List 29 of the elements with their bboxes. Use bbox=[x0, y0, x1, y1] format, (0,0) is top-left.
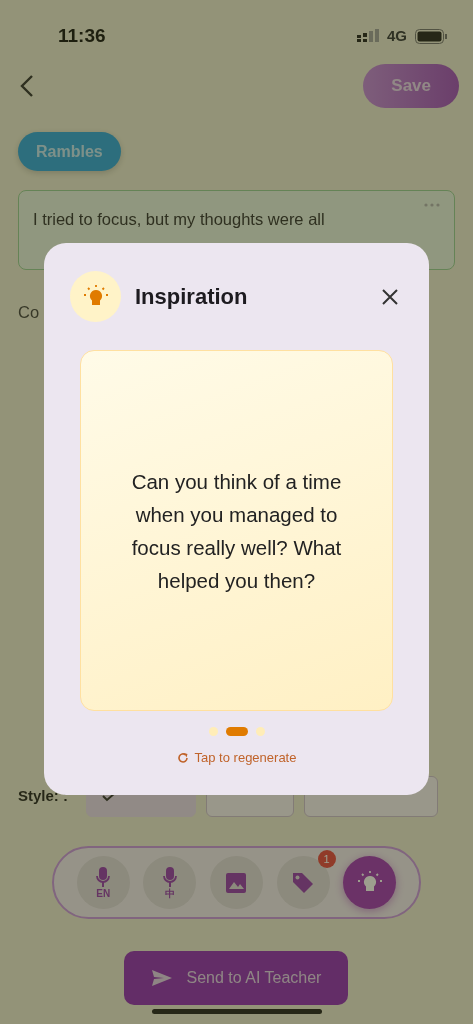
voice-input-button[interactable]: EN bbox=[76, 856, 130, 909]
page-dot[interactable] bbox=[255, 727, 265, 736]
section-label: Co bbox=[18, 302, 41, 323]
clock: 11:36 bbox=[58, 23, 106, 48]
send-icon bbox=[150, 969, 173, 987]
inspiration-button[interactable] bbox=[343, 856, 397, 909]
page-dot[interactable] bbox=[208, 727, 218, 736]
category-chip[interactable]: Rambles bbox=[18, 132, 121, 171]
signal-icon bbox=[357, 29, 379, 43]
entry-text: I tried to focus, but my thoughts were all bbox=[33, 210, 325, 228]
save-button[interactable]: Save bbox=[363, 64, 459, 108]
image-button[interactable] bbox=[210, 856, 263, 909]
regenerate-button[interactable]: Tap to regenerate bbox=[176, 748, 297, 768]
network-label: 4G bbox=[387, 25, 407, 46]
tag-button[interactable] bbox=[276, 856, 330, 909]
close-icon bbox=[381, 288, 399, 307]
tag-icon bbox=[291, 870, 316, 895]
refresh-icon bbox=[176, 751, 189, 764]
back-button[interactable] bbox=[20, 73, 34, 99]
voice-input-button[interactable]: 中 bbox=[143, 856, 197, 909]
prompt-text: Can you think of a time when you managed to focus really well? What helped you then? bbox=[130, 468, 343, 594]
battery-icon bbox=[415, 28, 447, 44]
send-button[interactable]: Send to AI Teacher bbox=[124, 951, 348, 1005]
dialog-title: Inspiration bbox=[135, 283, 249, 311]
back-icon bbox=[20, 74, 34, 99]
count-badge: 1 bbox=[317, 850, 336, 868]
image-icon bbox=[225, 871, 248, 894]
microphone-icon bbox=[96, 866, 111, 889]
microphone-icon bbox=[162, 866, 177, 889]
